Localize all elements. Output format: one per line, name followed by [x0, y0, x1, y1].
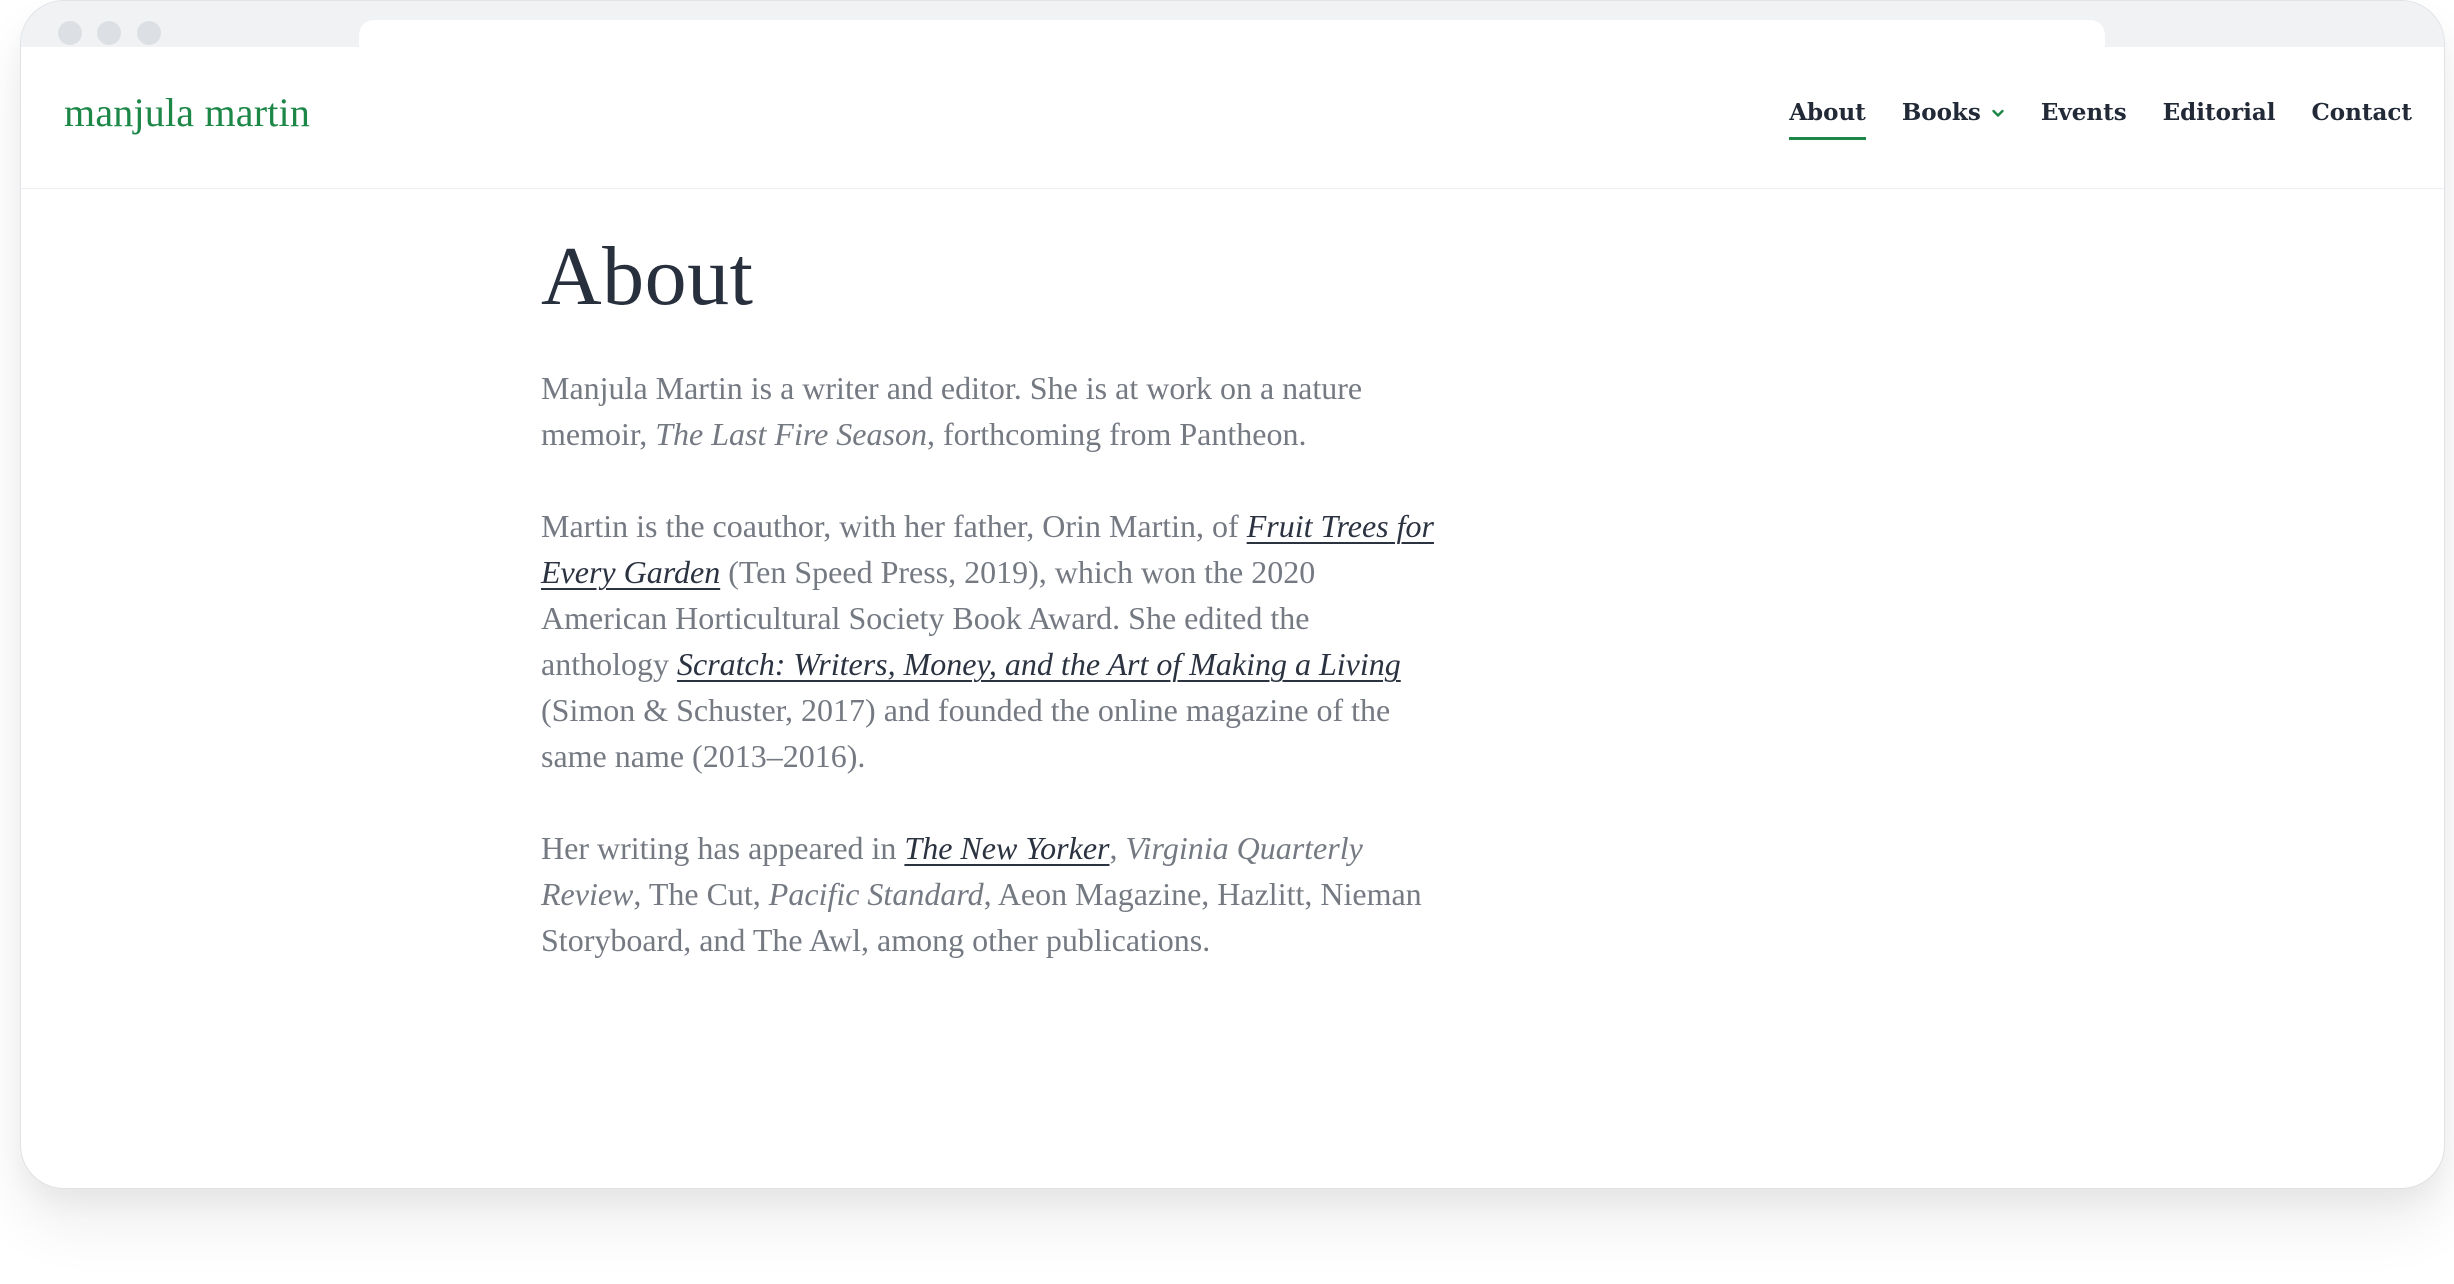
nav-item-label: Books: [1901, 99, 1981, 126]
nav-item-about[interactable]: About: [1789, 99, 1866, 140]
bio-text: , The Cut,: [633, 876, 769, 913]
site-header: manjula martin About Books Events Editor…: [21, 47, 2444, 189]
window-maximize-dot[interactable]: [137, 21, 161, 45]
book-title-last-fire-season: The Last Fire Season: [655, 416, 927, 453]
link-new-yorker[interactable]: The New Yorker: [904, 830, 1109, 866]
bio-text: ,: [1109, 830, 1126, 867]
browser-window: manjula martin About Books Events Editor…: [20, 0, 2445, 1189]
page-title: About: [541, 230, 754, 323]
nav-item-events[interactable]: Events: [2041, 99, 2127, 126]
nav-item-books[interactable]: Books: [1902, 99, 2005, 126]
window-minimize-dot[interactable]: [97, 21, 121, 45]
window-close-dot[interactable]: [58, 21, 82, 45]
bio-paragraph-2: Martin is the coauthor, with her father,…: [541, 503, 1441, 779]
main-nav: About Books Events Editorial Contact: [1753, 99, 2412, 140]
nav-item-contact[interactable]: Contact: [2311, 99, 2412, 126]
link-scratch-anthology[interactable]: Scratch: Writers, Money, and the Art of …: [677, 646, 1401, 682]
nav-item-editorial[interactable]: Editorial: [2163, 99, 2276, 126]
bio-text: Martin is the coauthor, with her father,…: [541, 508, 1247, 545]
browser-chrome: [21, 1, 2444, 50]
publication-pacific-standard: Pacific Standard: [768, 876, 984, 913]
chevron-down-icon: [1992, 109, 2004, 117]
site-title-link[interactable]: manjula martin: [64, 89, 310, 136]
bio-text: Her writing has appeared in: [541, 830, 905, 867]
nav-item-label: Editorial: [2162, 99, 2276, 126]
bio-paragraph-3: Her writing has appeared in The New York…: [541, 825, 1441, 963]
nav-item-label: Contact: [2311, 99, 2412, 126]
bio-text: (Simon & Schuster, 2017) and founded the…: [541, 692, 1391, 775]
bio-text: , forthcoming from Pantheon.: [926, 416, 1307, 453]
nav-item-label: Events: [2040, 99, 2127, 126]
main-content: About Manjula Martin is a writer and edi…: [541, 230, 1441, 963]
nav-item-label: About: [1789, 99, 1866, 126]
address-bar[interactable]: [359, 20, 2105, 50]
bio-paragraph-1: Manjula Martin is a writer and editor. S…: [541, 365, 1441, 457]
